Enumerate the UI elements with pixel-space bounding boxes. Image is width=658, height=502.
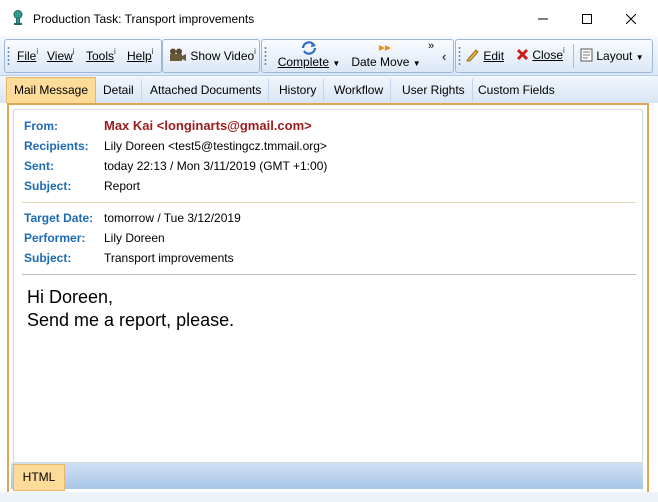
- mail-message-panel: From: Max Kai <longinarts@gmail.com> Rec…: [7, 103, 649, 494]
- view-menu-label: View: [47, 49, 73, 63]
- from-value[interactable]: Max Kai <longinarts@gmail.com>: [104, 118, 312, 133]
- date-move-label: Date Move: [351, 55, 410, 69]
- tab-user-rights[interactable]: User Rights: [395, 79, 473, 102]
- task-subject-value: Transport improvements: [104, 251, 234, 265]
- sent-value: today 22:13 / Mon 3/11/2019 (GMT +1:00): [104, 159, 328, 173]
- tab-detail[interactable]: Detail: [96, 79, 142, 102]
- view-menu[interactable]: Viewi: [47, 47, 75, 63]
- close-x-icon: [516, 48, 529, 61]
- performer-label: Performer:: [24, 231, 86, 245]
- body-line: Hi Doreen,: [27, 287, 114, 307]
- workflow-group: Complete ▼ Date Move ▼ » ‹: [261, 39, 454, 73]
- edit-label: Edit: [483, 49, 505, 63]
- sent-label: Sent:: [24, 159, 54, 173]
- chevron-down-icon: ▼: [412, 59, 421, 68]
- header-divider: [22, 202, 636, 203]
- tab-history[interactable]: History: [272, 79, 325, 102]
- chevron-down-icon: ▼: [332, 59, 341, 68]
- title-bar: Production Task: Transport improvements: [0, 0, 658, 37]
- close-button[interactable]: Closei: [516, 46, 565, 62]
- tab-workflow[interactable]: Workflow: [327, 79, 392, 102]
- tools-menu-label: Tools: [86, 49, 115, 63]
- format-tab-bar: HTML: [11, 463, 643, 491]
- from-label: From:: [24, 119, 58, 133]
- message-body[interactable]: Hi Doreen, Send me a report, please.: [27, 286, 234, 332]
- recipients-value[interactable]: Lily Doreen <test5@testingcz.tmmail.org>: [104, 139, 327, 153]
- collapse-button[interactable]: ‹: [442, 49, 446, 64]
- status-strip: [0, 492, 658, 502]
- tab-html[interactable]: HTML: [13, 464, 65, 491]
- layout-label: Layout: [596, 49, 633, 63]
- tab-custom-fields[interactable]: Custom Fields: [471, 79, 562, 102]
- info-mark: i: [114, 47, 116, 56]
- info-mark: i: [151, 47, 154, 56]
- info-mark: i: [36, 47, 39, 56]
- info-mark: i: [72, 47, 75, 56]
- complete-icon: [301, 41, 317, 55]
- tab-mail-message[interactable]: Mail Message: [6, 77, 97, 103]
- tab-attached-documents[interactable]: Attached Documents: [143, 79, 270, 102]
- pencil-icon: [466, 49, 479, 62]
- overflow-button[interactable]: »: [428, 40, 434, 52]
- file-menu[interactable]: Filei: [17, 47, 39, 63]
- show-video-button[interactable]: Show Videoi: [169, 47, 256, 63]
- layout-button[interactable]: Layout ▼: [580, 48, 644, 63]
- close-window-button[interactable]: [608, 0, 654, 36]
- target-date-value: tomorrow / Tue 3/12/2019: [104, 211, 241, 225]
- edit-button[interactable]: Edit: [466, 48, 504, 63]
- subject-value: Report: [104, 179, 141, 193]
- layout-icon: [580, 48, 593, 62]
- chevron-down-icon: ▼: [635, 53, 644, 62]
- target-date-label: Target Date:: [24, 211, 94, 225]
- tab-strip: Mail Message Detail Attached Documents H…: [0, 76, 658, 103]
- minimize-icon: [538, 18, 548, 20]
- info-mark: i: [563, 46, 565, 55]
- body-line: Send me a report, please.: [27, 310, 235, 330]
- date-move-icon: [379, 45, 391, 51]
- info-mark: i: [254, 47, 256, 56]
- maximize-button[interactable]: [564, 0, 610, 36]
- body-divider: [22, 274, 636, 275]
- close-label: Close: [532, 48, 564, 62]
- maximize-icon: [582, 13, 592, 24]
- toolbar: Filei Viewi Toolsi Helpi Show Videoi Com…: [0, 36, 658, 76]
- video-camera-icon: [170, 48, 186, 61]
- pin-icon: [13, 10, 23, 25]
- actions-group: Edit Closei Layout ▼: [455, 39, 653, 73]
- window-title: Production Task: Transport improvements: [33, 12, 255, 26]
- file-menu-label: File: [17, 49, 37, 63]
- show-video-label: Show Video: [190, 49, 255, 63]
- tools-menu[interactable]: Toolsi: [86, 47, 116, 63]
- toolbar-grip[interactable]: [264, 46, 267, 66]
- help-menu[interactable]: Helpi: [127, 47, 154, 63]
- subject-label: Subject:: [24, 179, 72, 193]
- date-move-button[interactable]: Date Move ▼: [346, 41, 426, 69]
- performer-value: Lily Doreen: [104, 231, 165, 245]
- recipients-label: Recipients:: [24, 139, 89, 153]
- toolbar-grip[interactable]: [458, 46, 461, 66]
- toolbar-separator: [573, 44, 574, 68]
- video-group: Show Videoi: [162, 39, 260, 73]
- close-icon: [625, 13, 637, 25]
- toolbar-grip[interactable]: [7, 46, 10, 66]
- message-view: From: Max Kai <longinarts@gmail.com> Rec…: [13, 109, 643, 463]
- minimize-button[interactable]: [520, 0, 566, 36]
- complete-button[interactable]: Complete ▼: [274, 41, 344, 69]
- menu-group: Filei Viewi Toolsi Helpi: [4, 39, 162, 73]
- help-menu-label: Help: [127, 49, 152, 63]
- task-subject-label: Subject:: [24, 251, 72, 265]
- complete-label: Complete: [277, 55, 330, 69]
